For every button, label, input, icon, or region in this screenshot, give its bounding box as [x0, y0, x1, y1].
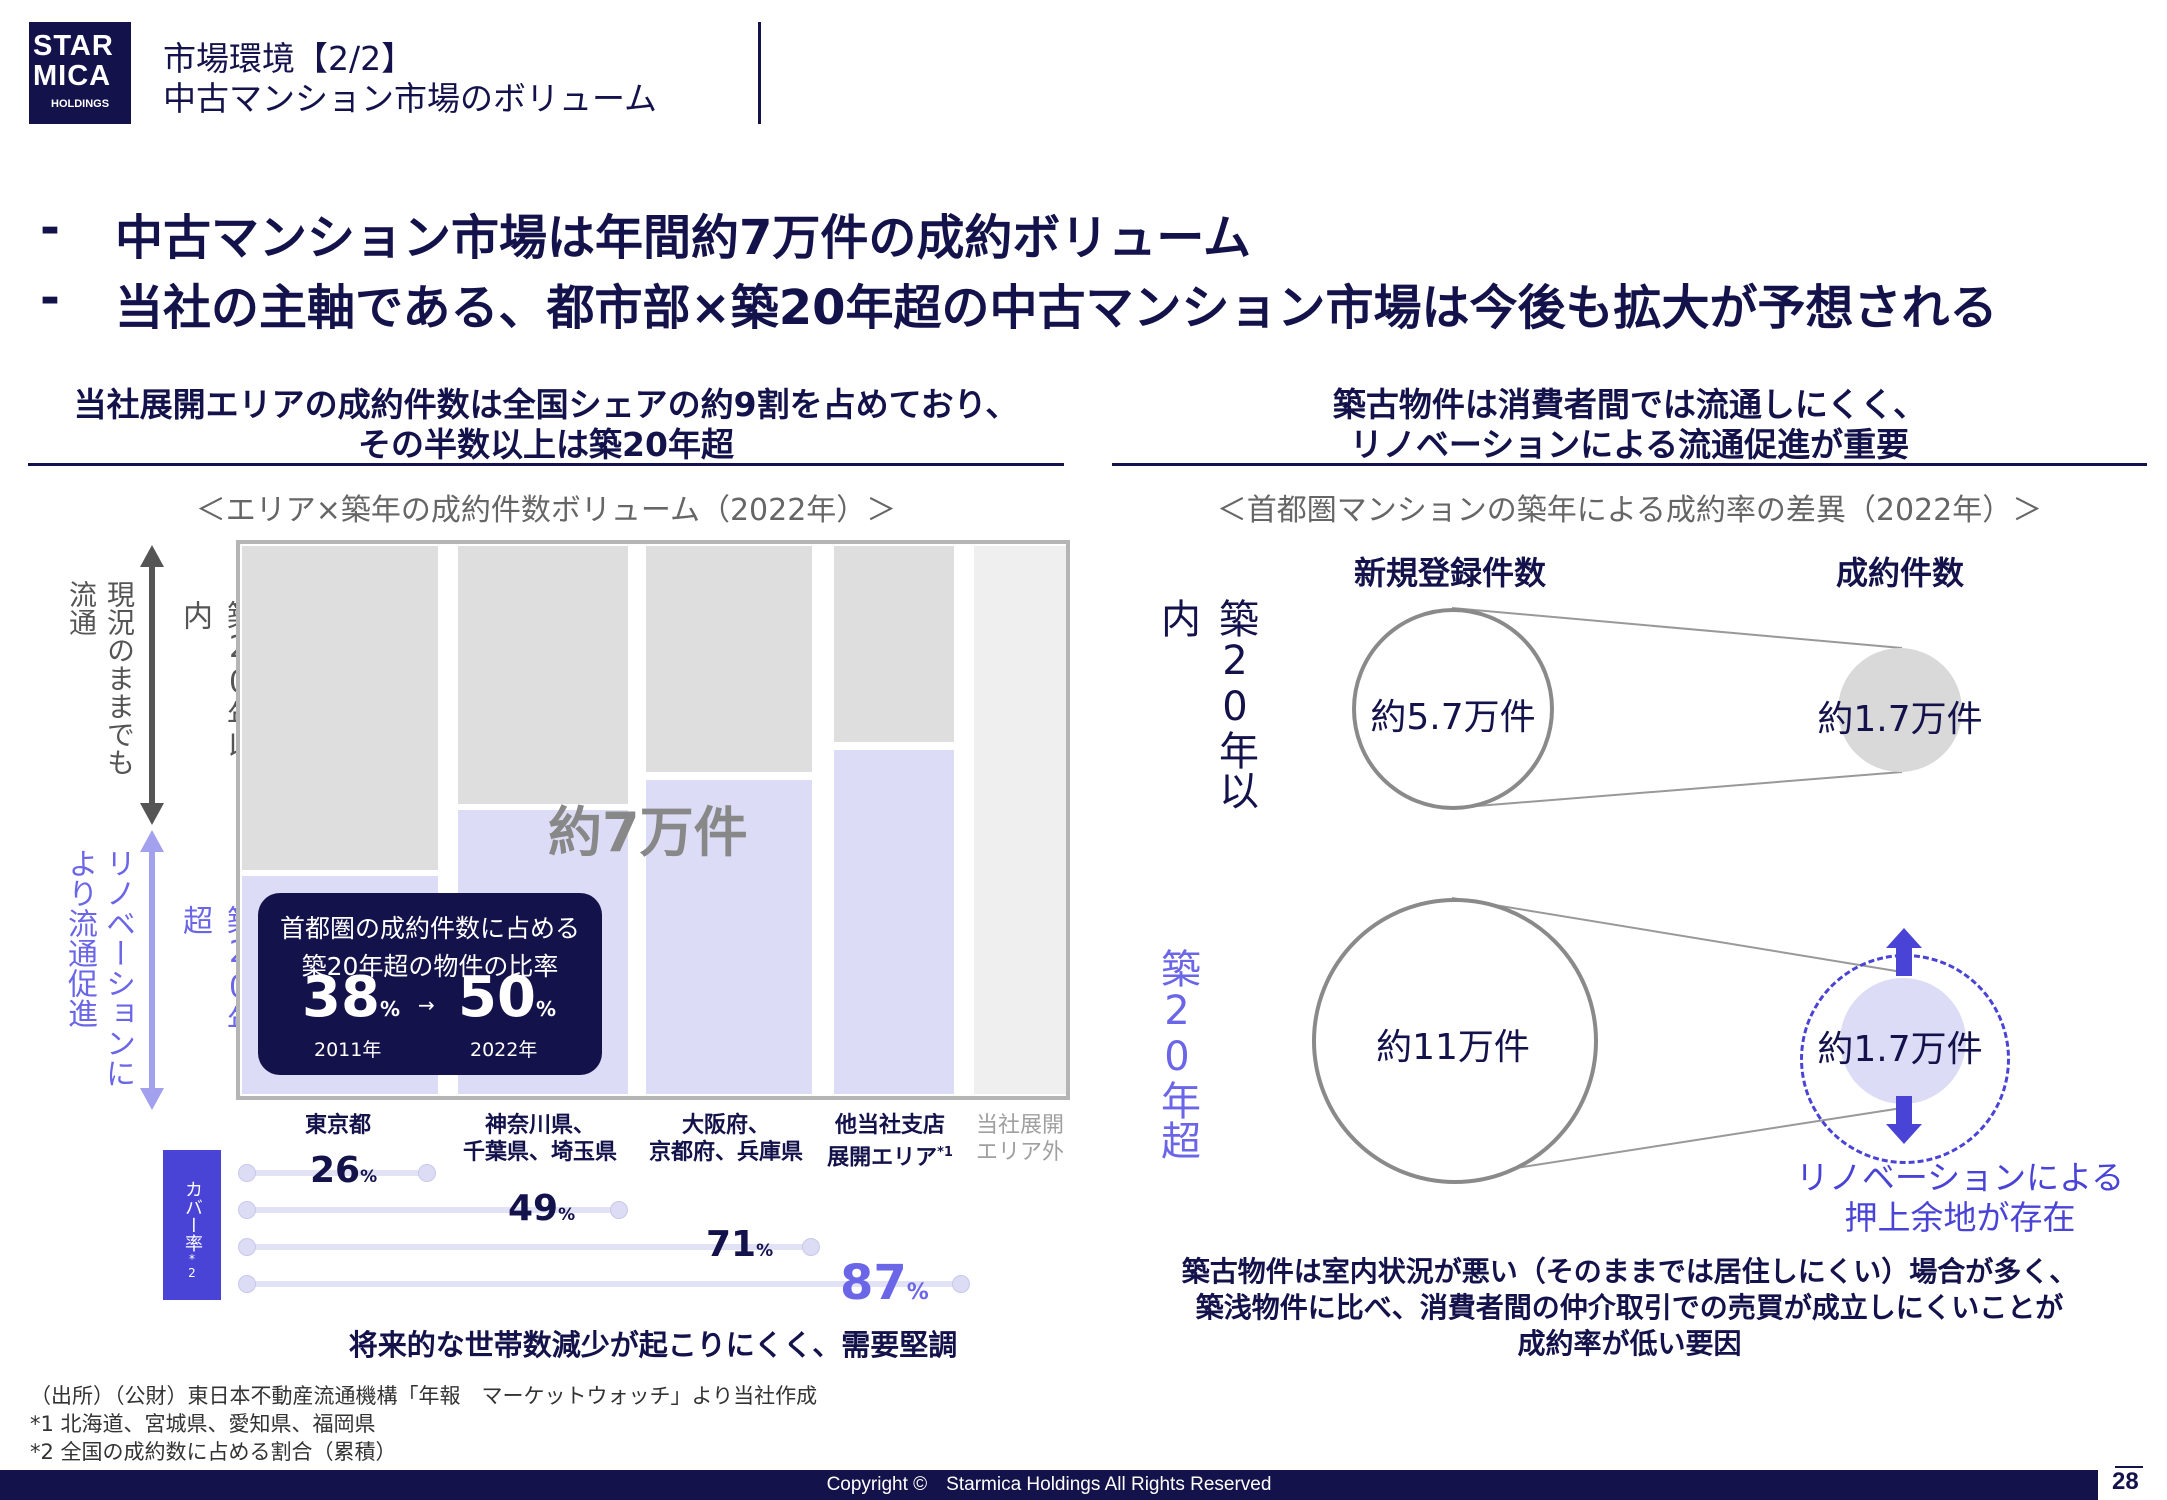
source-line1: （出所）（公財）東日本不動産流通機構「年報 マーケットウォッチ」より当社作成 — [30, 1384, 818, 1408]
right-description-line1: 築古物件は室内状況が悪い（そのままでは居住しにくい）場合が多く、 — [1181, 1255, 2078, 1288]
arrow-up-icon — [1886, 928, 1922, 976]
source-line3: *2 全国の成約数に占める割合（累積） — [30, 1440, 397, 1464]
footer-bar: Copyright © Starmica Holdings All Rights… — [0, 1470, 2098, 1500]
renovation-note-line1: リノベーションによる — [1795, 1158, 2125, 1197]
value-deals-new: 約1.7万件 — [1817, 699, 1983, 740]
right-description-line2: 築浅物件に比べ、消費者間の仲介取引での売買が成立しにくいことが — [1195, 1291, 2064, 1324]
sources: （出所）（公財）東日本不動産流通機構「年報 マーケットウォッチ」より当社作成 *… — [30, 1382, 817, 1466]
right-description: 築古物件は室内状況が悪い（そのままでは居住しにくい）場合が多く、 築浅物件に比べ… — [1112, 1254, 2147, 1362]
footer-copyright: Copyright © Starmica Holdings All Rights… — [826, 1474, 1272, 1495]
value-deals-old: 約1.7万件 — [1817, 1029, 1983, 1070]
value-registered-new: 約5.7万件 — [1370, 697, 1536, 738]
page-number: 28 — [2112, 1468, 2139, 1495]
arrow-down-icon — [1886, 1096, 1922, 1144]
right-description-line3: 成約率が低い要因 — [1517, 1327, 1742, 1360]
renovation-note: リノベーションによる 押上余地が存在 — [1780, 1158, 2140, 1238]
source-line2: *1 北海道、宮城県、愛知県、福岡県 — [30, 1412, 376, 1436]
renovation-note-line2: 押上余地が存在 — [1844, 1198, 2076, 1237]
value-registered-old: 約11万件 — [1376, 1027, 1530, 1068]
